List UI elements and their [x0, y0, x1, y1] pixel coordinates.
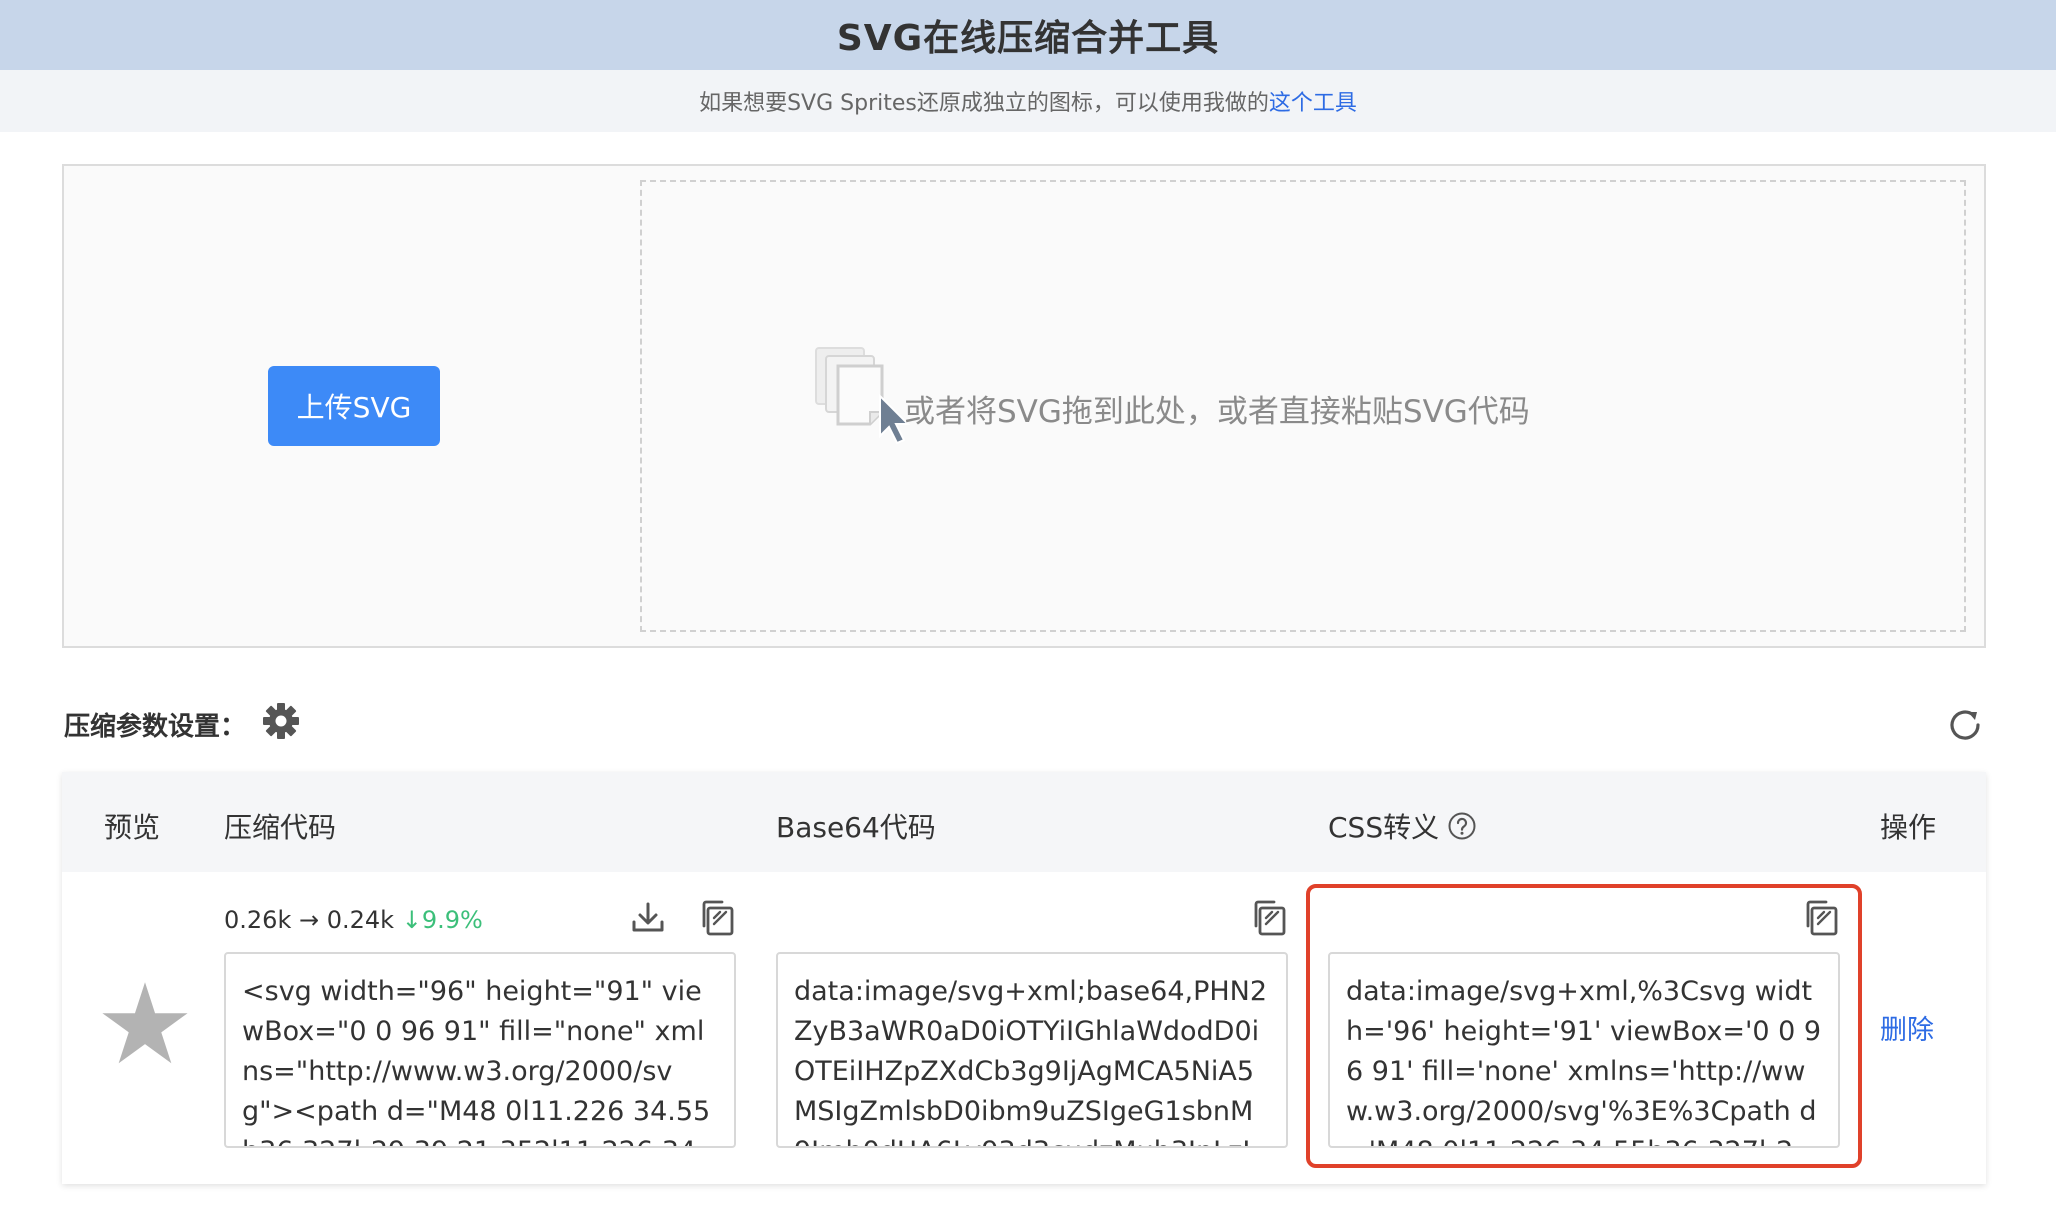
size-info: 0.26k → 0.24k ↓9.9% — [224, 906, 483, 934]
size-before: 0.26k — [224, 906, 292, 934]
upload-svg-button[interactable]: 上传SVG — [268, 366, 440, 446]
header-preview: 预览 — [104, 811, 161, 844]
gear-icon[interactable] — [262, 702, 300, 740]
compressed-code-box[interactable]: <svg width="96" height="91" viewBox="0 0… — [224, 952, 736, 1148]
header-css-label: CSS转义 — [1328, 811, 1440, 844]
css-code-box[interactable]: data:image/svg+xml,%3Csvg width='96' hei… — [1328, 952, 1840, 1148]
subheader-text: 如果想要SVG Sprites还原成独立的图标，可以使用我做的 — [699, 91, 1269, 116]
size-reduction: ↓9.9% — [401, 906, 483, 934]
header-bar: SVG在线压缩合并工具 — [0, 0, 2056, 70]
settings-row: 压缩参数设置： — [62, 700, 1986, 746]
base64-code-box[interactable]: data:image/svg+xml;base64,PHN2ZyB3aWR0aD… — [776, 952, 1288, 1148]
help-icon[interactable] — [1447, 811, 1477, 841]
page-title: SVG在线压缩合并工具 — [836, 18, 1220, 59]
copy-icon[interactable] — [694, 896, 738, 940]
refresh-icon[interactable] — [1944, 704, 1986, 746]
tool-link[interactable]: 这个工具 — [1269, 85, 1357, 117]
header-actions: 操作 — [1880, 811, 1937, 844]
star-preview-icon — [102, 982, 188, 1064]
header-base64: Base64代码 — [776, 811, 936, 844]
copy-icon[interactable] — [1798, 896, 1842, 940]
settings-label: 压缩参数设置： — [64, 712, 247, 742]
header-compressed: 压缩代码 — [224, 811, 337, 844]
drop-zone[interactable]: 或者将SVG拖到此处，或者直接粘贴SVG代码 — [640, 180, 1966, 632]
download-icon[interactable] — [626, 896, 670, 940]
results-table: 预览 压缩代码 Base64代码 CSS转义 操作 0.26k → 0.24k … — [62, 772, 1986, 1184]
copy-icon[interactable] — [1246, 896, 1290, 940]
size-arrow: → — [298, 906, 320, 934]
size-after: 0.24k — [326, 906, 395, 934]
table-header: 预览 压缩代码 Base64代码 CSS转义 操作 — [62, 772, 1986, 872]
subheader-bar: 如果想要SVG Sprites还原成独立的图标，可以使用我做的 这个工具 — [0, 70, 2056, 132]
drop-hint-text: 或者将SVG拖到此处，或者直接粘贴SVG代码 — [904, 394, 1530, 430]
upload-panel: 上传SVG 或者将SVG拖到此处，或者直接粘贴SVG代码 — [62, 164, 1986, 648]
delete-link[interactable]: 删除 — [1880, 1008, 1934, 1047]
header-css: CSS转义 — [1328, 806, 1477, 846]
